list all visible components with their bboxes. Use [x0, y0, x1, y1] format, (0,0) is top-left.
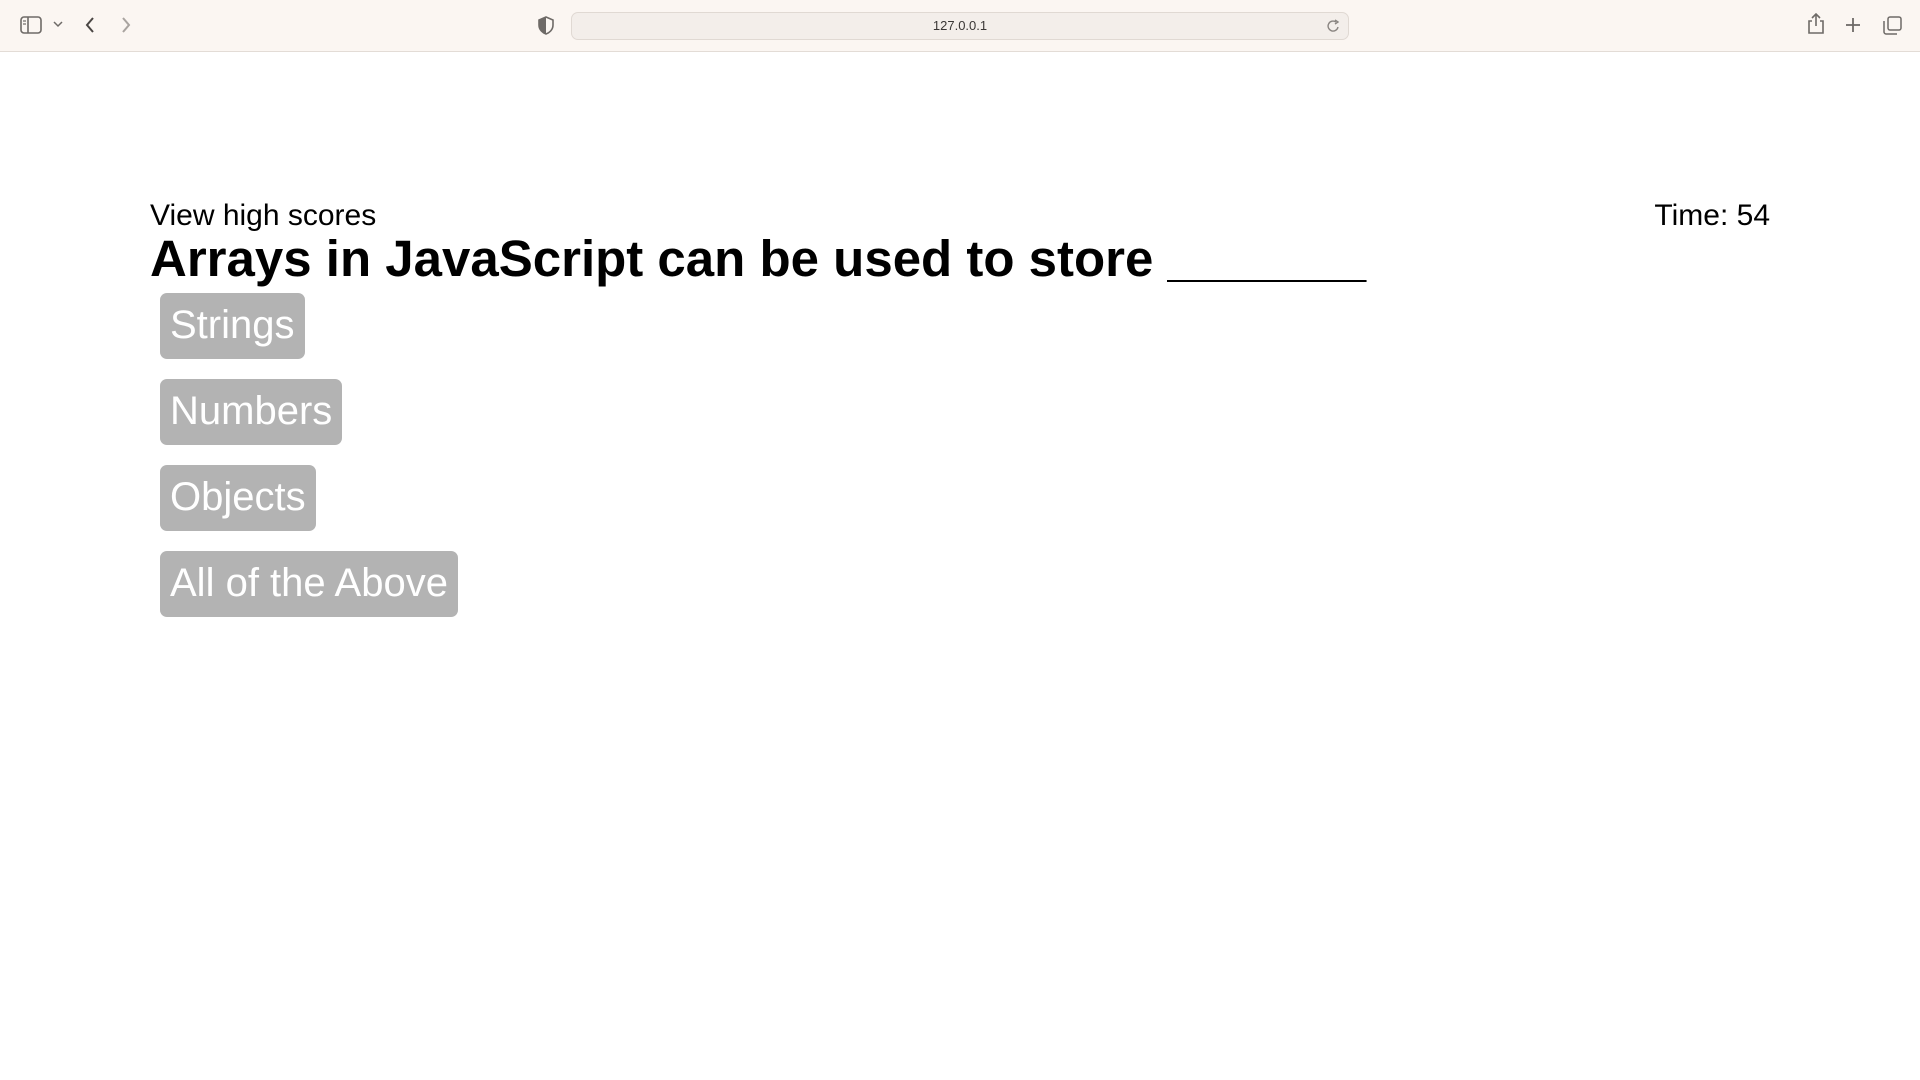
- sidebar-icon[interactable]: [20, 16, 42, 34]
- page-content: View high scores Time: 54 Arrays in Java…: [0, 53, 1920, 1080]
- choice-button-numbers[interactable]: Numbers: [160, 379, 343, 445]
- shield-icon[interactable]: [538, 16, 554, 35]
- address-bar[interactable]: 127.0.0.1: [571, 12, 1349, 40]
- choice-button-objects[interactable]: Objects: [160, 465, 316, 531]
- tabs-overview-icon[interactable]: [1883, 16, 1902, 35]
- share-icon[interactable]: [1808, 13, 1824, 35]
- back-icon[interactable]: [84, 16, 96, 34]
- reload-icon[interactable]: [1327, 19, 1340, 38]
- forward-icon[interactable]: [120, 16, 132, 34]
- question-title: Arrays in JavaScript can be used to stor…: [150, 230, 1367, 287]
- new-tab-icon[interactable]: [1845, 17, 1861, 33]
- choice-button-strings[interactable]: Strings: [160, 293, 305, 359]
- browser-toolbar: 127.0.0.1: [0, 0, 1920, 52]
- choice-button-all-of-the-above[interactable]: All of the Above: [160, 551, 458, 617]
- chevron-down-icon[interactable]: [53, 20, 63, 28]
- address-text: 127.0.0.1: [932, 18, 988, 33]
- view-high-scores-link[interactable]: View high scores: [150, 199, 376, 233]
- choices-list: Strings Numbers Objects All of the Above: [160, 293, 458, 617]
- timer: Time: 54: [1654, 199, 1770, 232]
